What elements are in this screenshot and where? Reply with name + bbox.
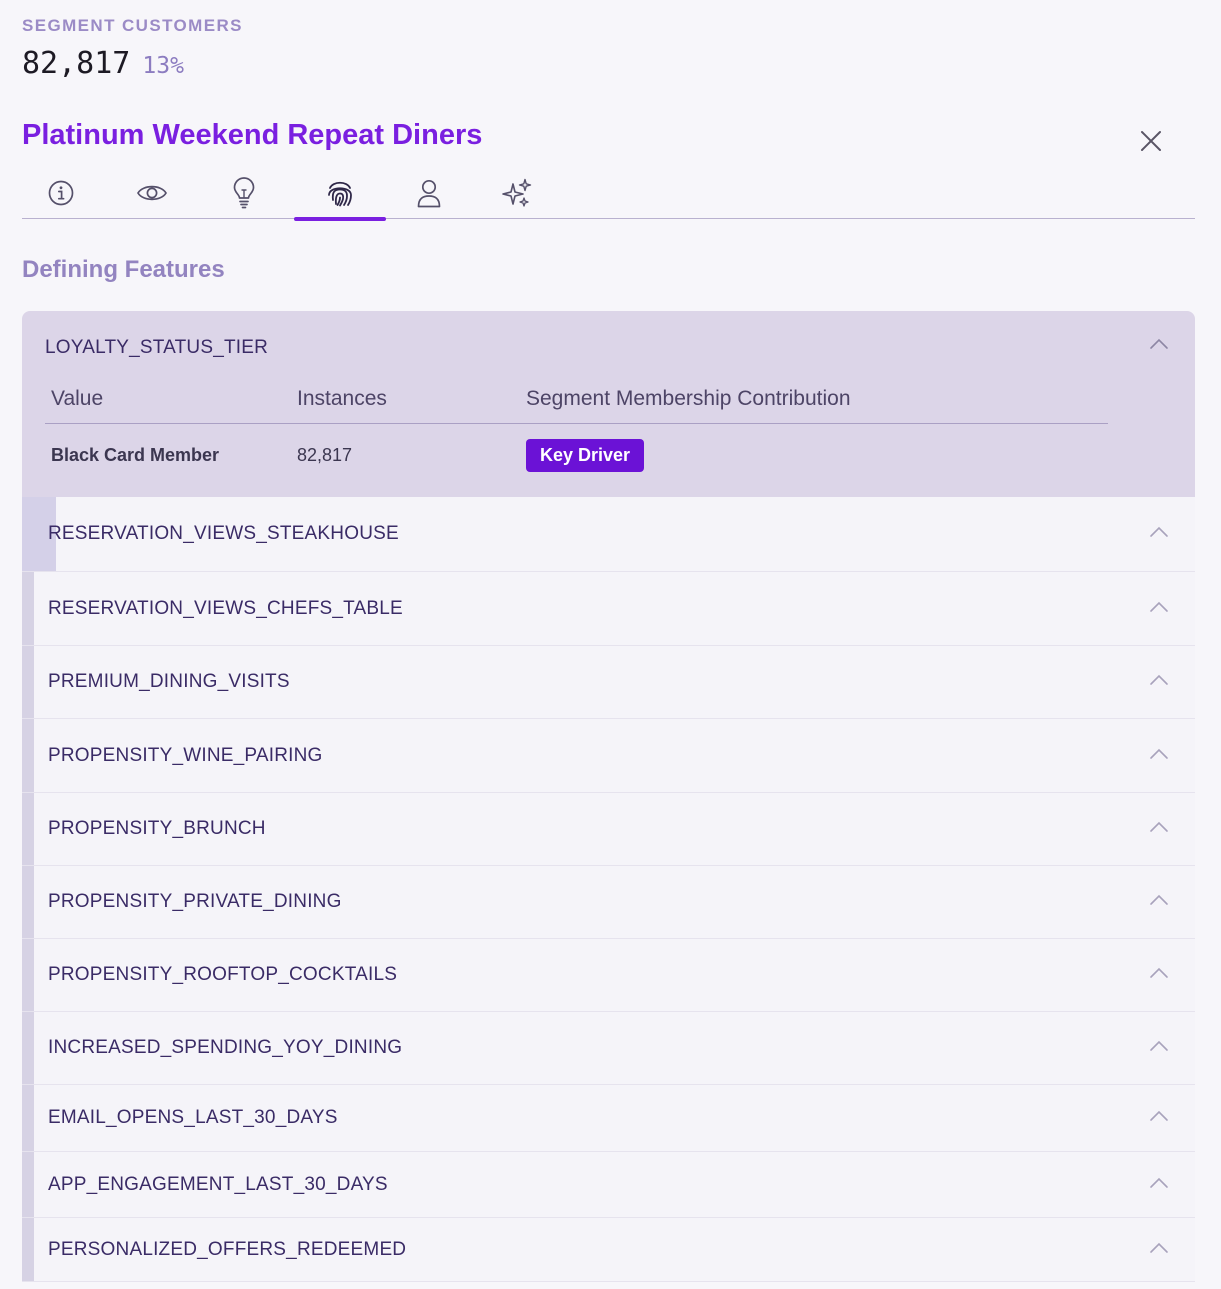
chevron-up-icon bbox=[1150, 601, 1168, 612]
tab-visibility[interactable] bbox=[106, 166, 198, 219]
feature-strength-bar bbox=[22, 793, 34, 865]
chevron-up-icon bbox=[1150, 821, 1168, 832]
chevron-up-icon bbox=[1150, 894, 1168, 905]
tab-defining-features[interactable] bbox=[294, 166, 386, 221]
feature-name: RESERVATION_VIEWS_STEAKHOUSE bbox=[48, 523, 399, 544]
chevron-up-icon bbox=[1150, 748, 1168, 759]
segment-stats: 82,817 13% bbox=[22, 46, 184, 81]
feature-row[interactable]: RESERVATION_VIEWS_STEAKHOUSE bbox=[22, 497, 1195, 572]
chevron-up-icon bbox=[1150, 967, 1168, 978]
expand-button[interactable] bbox=[1149, 1176, 1169, 1194]
feature-name: RESERVATION_VIEWS_CHEFS_TABLE bbox=[48, 597, 403, 619]
feature-strength-bar bbox=[22, 1012, 34, 1084]
feature-row[interactable]: PROPENSITY_ROOFTOP_COCKTAILS bbox=[22, 939, 1195, 1012]
info-icon bbox=[48, 180, 74, 205]
cell-contribution: Key Driver bbox=[526, 438, 1108, 472]
segment-customer-percent: 13% bbox=[142, 53, 184, 79]
feature-row[interactable]: RESERVATION_VIEWS_CHEFS_TABLE bbox=[22, 572, 1195, 646]
expand-button[interactable] bbox=[1149, 966, 1169, 984]
table-row: Black Card Member 82,817 Key Driver bbox=[45, 424, 1108, 486]
segment-customer-count: 82,817 bbox=[22, 46, 131, 81]
feature-name: EMAIL_OPENS_LAST_30_DAYS bbox=[48, 1107, 338, 1128]
feature-values-table: Value Instances Segment Membership Contr… bbox=[45, 374, 1108, 486]
feature-name: PROPENSITY_BRUNCH bbox=[48, 818, 266, 839]
lightbulb-icon bbox=[233, 176, 255, 208]
segment-detail-panel: SEGMENT CUSTOMERS 82,817 13% Platinum We… bbox=[0, 0, 1221, 1289]
feature-row[interactable]: EMAIL_OPENS_LAST_30_DAYS bbox=[22, 1085, 1195, 1152]
chevron-up-icon bbox=[1150, 1242, 1168, 1253]
chevron-up-icon bbox=[1150, 1110, 1168, 1121]
column-header-contribution: Segment Membership Contribution bbox=[526, 386, 851, 410]
chevron-up-icon bbox=[1150, 338, 1168, 349]
expand-button[interactable] bbox=[1149, 600, 1169, 618]
close-icon bbox=[1141, 131, 1161, 151]
chevron-up-icon bbox=[1150, 1177, 1168, 1188]
feature-row[interactable]: PROPENSITY_BRUNCH bbox=[22, 793, 1195, 866]
tab-insights[interactable] bbox=[198, 166, 290, 219]
tab-profile[interactable] bbox=[383, 166, 475, 219]
feature-expanded: LOYALTY_STATUS_TIER Value Instances Segm… bbox=[22, 311, 1195, 497]
feature-name: INCREASED_SPENDING_YOY_DINING bbox=[48, 1037, 403, 1058]
expand-button[interactable] bbox=[1149, 673, 1169, 691]
close-button[interactable] bbox=[1134, 124, 1168, 158]
tab-info[interactable] bbox=[15, 166, 107, 219]
cell-instances: 82,817 bbox=[297, 444, 353, 465]
sparkles-icon bbox=[502, 178, 532, 207]
feature-strength-bar bbox=[22, 719, 34, 792]
feature-name: PREMIUM_DINING_VISITS bbox=[48, 671, 290, 692]
expand-button[interactable] bbox=[1149, 820, 1169, 838]
segment-title: Platinum Weekend Repeat Diners bbox=[22, 119, 483, 151]
expand-button[interactable] bbox=[1149, 1039, 1169, 1057]
feature-name: APP_ENGAGEMENT_LAST_30_DAYS bbox=[48, 1173, 388, 1195]
expand-button[interactable] bbox=[1149, 525, 1169, 543]
feature-name: PROPENSITY_ROOFTOP_COCKTAILS bbox=[48, 964, 398, 985]
feature-strength-bar bbox=[22, 1085, 34, 1151]
feature-strength-bar bbox=[22, 1152, 34, 1217]
tab-ai[interactable] bbox=[471, 166, 563, 219]
feature-name: PROPENSITY_WINE_PAIRING bbox=[48, 744, 323, 766]
cell-value: Black Card Member bbox=[51, 444, 220, 465]
eye-icon bbox=[137, 185, 167, 200]
collapse-button[interactable] bbox=[1149, 337, 1169, 355]
feature-strength-bar bbox=[22, 572, 34, 645]
expand-button[interactable] bbox=[1149, 893, 1169, 911]
key-driver-badge: Key Driver bbox=[526, 438, 645, 472]
expand-button[interactable] bbox=[1149, 747, 1169, 765]
feature-list: LOYALTY_STATUS_TIER Value Instances Segm… bbox=[22, 311, 1195, 1282]
chevron-up-icon bbox=[1150, 526, 1168, 537]
feature-strength-bar bbox=[22, 1218, 34, 1281]
feature-name: PERSONALIZED_OFFERS_REDEEMED bbox=[48, 1238, 407, 1260]
column-header-instances: Instances bbox=[297, 386, 387, 410]
feature-row[interactable]: INCREASED_SPENDING_YOY_DINING bbox=[22, 1012, 1195, 1085]
feature-name: PROPENSITY_PRIVATE_DINING bbox=[48, 891, 342, 912]
feature-row[interactable]: PREMIUM_DINING_VISITS bbox=[22, 646, 1195, 719]
table-header-row: Value Instances Segment Membership Contr… bbox=[45, 374, 1108, 424]
feature-row[interactable]: PERSONALIZED_OFFERS_REDEEMED bbox=[22, 1218, 1195, 1282]
feature-header[interactable]: LOYALTY_STATUS_TIER bbox=[45, 337, 268, 359]
tab-bar bbox=[22, 166, 1195, 221]
section-heading: Defining Features bbox=[22, 256, 225, 283]
column-header-value: Value bbox=[51, 386, 104, 410]
feature-row[interactable]: APP_ENGAGEMENT_LAST_30_DAYS bbox=[22, 1152, 1195, 1218]
chevron-up-icon bbox=[1150, 674, 1168, 685]
feature-strength-bar bbox=[22, 939, 34, 1011]
feature-row[interactable]: PROPENSITY_WINE_PAIRING bbox=[22, 719, 1195, 793]
chevron-up-icon bbox=[1150, 1040, 1168, 1051]
feature-strength-bar bbox=[22, 646, 34, 718]
feature-strength-bar bbox=[22, 866, 34, 938]
expand-button[interactable] bbox=[1149, 1109, 1169, 1127]
feature-row[interactable]: PROPENSITY_PRIVATE_DINING bbox=[22, 866, 1195, 939]
segment-customers-label: SEGMENT CUSTOMERS bbox=[22, 16, 243, 35]
user-icon bbox=[417, 179, 441, 207]
fingerprint-icon bbox=[328, 181, 352, 206]
expand-button[interactable] bbox=[1149, 1241, 1169, 1259]
